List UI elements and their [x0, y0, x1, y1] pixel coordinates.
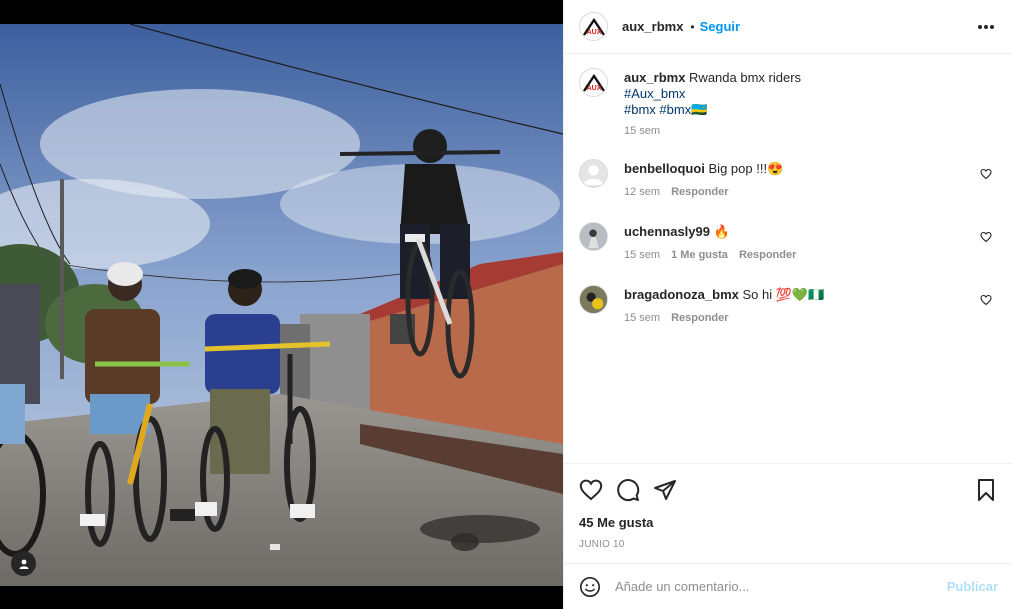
caption-text: Rwanda bmx riders [689, 70, 802, 85]
post-photo[interactable] [0, 24, 563, 586]
comment-like-icon[interactable] [980, 294, 992, 306]
comment-item: bragadonoza_bmx So hi 💯💚🇳🇬 15 sem Respon… [579, 285, 997, 326]
default-avatar-icon [583, 165, 604, 186]
comment-username[interactable]: benbelloquoi [624, 161, 705, 176]
publish-button[interactable]: Publicar [947, 579, 998, 594]
comment-text: So hi 💯💚🇳🇬 [742, 287, 825, 302]
caption-avatar[interactable]: AUX [579, 68, 608, 97]
post-date[interactable]: JUNIO 10 [579, 539, 997, 550]
caption-time[interactable]: 15 sem [624, 123, 660, 139]
heart-icon[interactable] [579, 478, 603, 502]
reply-button[interactable]: Responder [739, 247, 796, 263]
author-username[interactable]: aux_rbmx [622, 19, 683, 34]
comment-text: Big pop !!!😍 [708, 161, 784, 176]
user-tag-icon [19, 559, 28, 569]
comment-time[interactable]: 12 sem [624, 184, 660, 200]
hashtag-aux-bmx[interactable]: #Aux_bmx [624, 86, 997, 102]
comment-composer: Publicar [564, 563, 1012, 609]
comments-list[interactable]: AUX aux_rbmx Rwanda bmx riders #Aux_bmx … [564, 55, 1012, 463]
svg-text:AUX: AUX [586, 29, 601, 36]
caption-username[interactable]: aux_rbmx [624, 70, 685, 85]
comment-icon[interactable] [616, 478, 640, 502]
aux-logo-icon: AUX [582, 17, 605, 36]
share-icon[interactable] [653, 478, 677, 502]
user-photo-icon [580, 286, 607, 313]
bmx-riders-photo [0, 24, 563, 586]
comment-like-icon[interactable] [980, 231, 992, 243]
more-options-button[interactable] [974, 21, 998, 33]
aux-logo-icon: AUX [582, 73, 605, 92]
hashtag-bmx[interactable]: #bmx #bmx🇷🇼 [624, 102, 997, 118]
comment-likes-count[interactable]: 1 Me gusta [671, 247, 728, 263]
post-actions: 45 Me gusta JUNIO 10 [564, 463, 1012, 563]
emoji-icon[interactable] [579, 576, 601, 598]
separator-dot: • [690, 19, 695, 34]
comment-avatar[interactable] [579, 222, 608, 251]
reply-button[interactable]: Responder [671, 310, 728, 326]
comment-username[interactable]: uchennasly99 [624, 224, 710, 239]
svg-text:AUX: AUX [586, 85, 601, 92]
post-header: AUX aux_rbmx • Seguir [564, 0, 1012, 54]
comment-item: benbelloquoi Big pop !!!😍 12 sem Respond… [579, 159, 997, 200]
reply-button[interactable]: Responder [671, 184, 728, 200]
comment-time[interactable]: 15 sem [624, 310, 660, 326]
user-photo-icon [580, 223, 607, 250]
comment-text: 🔥 [713, 224, 730, 239]
more-icon [978, 24, 982, 29]
comment-item: uchennasly99 🔥 15 sem 1 Me gusta Respond… [579, 222, 997, 263]
caption: AUX aux_rbmx Rwanda bmx riders #Aux_bmx … [579, 68, 997, 139]
author-avatar[interactable]: AUX [579, 12, 608, 41]
likes-count[interactable]: 45 Me gusta [579, 515, 997, 530]
comment-avatar[interactable] [579, 285, 608, 314]
bookmark-icon[interactable] [975, 478, 997, 502]
post-sidebar: AUX aux_rbmx • Seguir AUX aux_rbmx Rwand… [563, 0, 1012, 609]
comment-avatar[interactable] [579, 159, 608, 188]
comment-input[interactable] [615, 579, 947, 594]
comment-like-icon[interactable] [980, 168, 992, 180]
post-media[interactable] [0, 0, 563, 609]
user-tag-button[interactable] [11, 551, 36, 576]
comment-username[interactable]: bragadonoza_bmx [624, 287, 739, 302]
follow-button[interactable]: Seguir [700, 19, 740, 34]
comment-time[interactable]: 15 sem [624, 247, 660, 263]
